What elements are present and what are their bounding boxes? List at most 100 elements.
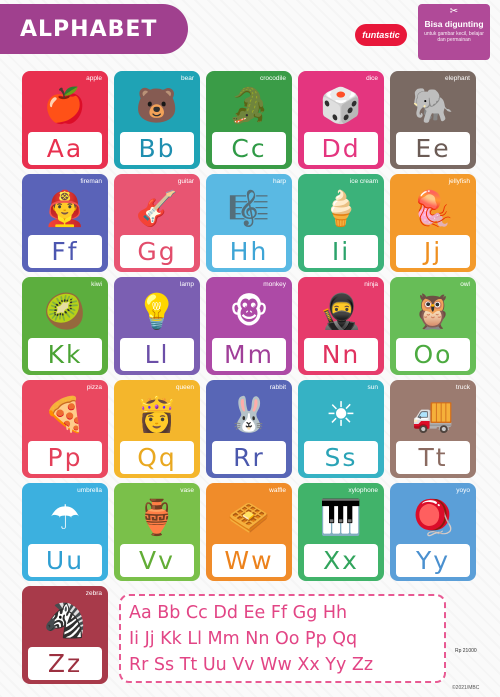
sun-icon: ☀ [325,395,357,435]
letter-card-queen: queen 👸 Qq [114,380,200,478]
card-word-label: umbrella [77,487,102,494]
monkey-icon: 🐵 [229,292,269,332]
letter-card-jellyfish: jellyfish 🪼 Jj [390,174,476,272]
card-letter: Xx [304,544,378,577]
card-letter: Gg [120,235,194,268]
badge-title: Bisa digunting [424,19,484,29]
jellyfish-icon: 🪼 [411,189,455,229]
letter-card-kiwi: kiwi 🥝 Kk [22,277,108,375]
pizza-icon: 🍕 [43,395,87,435]
card-letter: Ss [304,441,378,474]
card-word-label: waffle [269,487,286,494]
card-word-label: fireman [80,178,102,185]
ninja-icon: 🥷 [319,292,363,332]
letter-card-owl: owl 🦉 Oo [390,277,476,375]
card-letter: Ff [28,235,102,268]
card-letter: Vv [120,544,194,577]
truck-icon: 🚚 [411,395,455,435]
letter-card-fireman: fireman 👨‍🚒 Ff [22,174,108,272]
xylophone-icon: 🎹 [319,498,363,538]
letter-card-ice-cream: ice cream 🍦 Ii [298,174,384,272]
card-word-label: harp [272,178,286,185]
card-word-label: dice [366,75,378,82]
card-word-label: guitar [177,178,194,185]
waffle-icon: 🧇 [227,498,271,538]
card-letter: Dd [304,132,378,165]
card-letter: Nn [304,338,378,371]
owl-icon: 🦉 [411,292,455,332]
card-letter: Oo [396,338,470,371]
umbrella-icon: ☂ [49,498,81,538]
alphabet-summary-box: Aa Bb Cc Dd Ee Ff Gg Hh Ii Jj Kk Ll Mm N… [119,594,446,683]
card-word-label: monkey [263,281,286,288]
letter-card-rabbit: rabbit 🐰 Rr [206,380,292,478]
kiwi-icon: 🥝 [43,292,87,332]
elephant-icon: 🐘 [411,86,455,126]
letter-card-harp: harp 🎼 Hh [206,174,292,272]
letter-card-dice: dice 🎲 Dd [298,71,384,169]
letter-card-sun: sun ☀ Ss [298,380,384,478]
letter-card-vase: vase 🏺 Vv [114,483,200,581]
page-title-text: ALPHABET [20,16,158,42]
card-word-label: ice cream [349,178,378,185]
card-letter: Ee [396,132,470,165]
card-letter: Zz [28,647,102,680]
card-letter: Qq [120,441,194,474]
card-word-label: crocodile [259,75,286,82]
letter-card-zebra: zebra 🦓 Zz [22,586,108,684]
cut-out-badge: ✂ Bisa digunting untuk gambar kecil, bel… [418,4,490,60]
card-word-label: bear [180,75,194,82]
guitar-icon: 🎸 [135,189,179,229]
letter-card-apple: apple 🍎 Aa [22,71,108,169]
lamp-icon: 💡 [135,292,179,332]
card-word-label: ninja [364,281,378,288]
page-title: ALPHABET [0,4,188,54]
zebra-icon: 🦓 [43,601,87,641]
letter-card-guitar: guitar 🎸 Gg [114,174,200,272]
card-word-label: queen [175,384,194,391]
card-word-label: yoyo [456,487,470,494]
letter-card-ninja: ninja 🥷 Nn [298,277,384,375]
harp-icon: 🎼 [227,189,271,229]
card-letter: Yy [396,544,470,577]
queen-icon: 👸 [135,395,179,435]
scissors-icon: ✂ [449,6,459,17]
rabbit-icon: 🐰 [227,395,271,435]
price-label: Rp 21000 [455,648,477,654]
alphabet-poster: ALPHABET funtastic ✂ Bisa digunting untu… [0,0,500,697]
letter-card-bear: bear 🐻 Bb [114,71,200,169]
letter-card-elephant: elephant 🐘 Ee [390,71,476,169]
card-letter: Bb [120,132,194,165]
card-letter: Cc [212,132,286,165]
card-letter: Uu [28,544,102,577]
letter-card-lamp: lamp 💡 Ll [114,277,200,375]
card-letter: Aa [28,132,102,165]
card-word-label: jellyfish [448,178,470,185]
letter-card-waffle: waffle 🧇 Ww [206,483,292,581]
badge-subtitle: untuk gambar kecil, belajar dan permaina… [424,31,484,43]
card-word-label: xylophone [348,487,378,494]
summary-line-2: Ii Jj Kk Ll Mm Nn Oo Pp Qq [129,629,358,649]
card-letter: Pp [28,441,102,474]
summary-line-1: Aa Bb Cc Dd Ee Ff Gg Hh [129,603,348,623]
card-word-label: vase [180,487,194,494]
card-word-label: kiwi [91,281,102,288]
card-word-label: apple [86,75,102,82]
card-letter: Ll [120,338,194,371]
card-word-label: elephant [445,75,470,82]
crocodile-icon: 🐊 [227,86,271,126]
fireman-icon: 👨‍🚒 [43,189,87,229]
card-letter: Jj [396,235,470,268]
yoyo-icon: 🪀 [411,498,455,538]
dice-icon: 🎲 [319,86,363,126]
card-letter: Kk [28,338,102,371]
card-letter: Rr [212,441,286,474]
card-letter: Ww [212,544,286,577]
card-letter: Mm [212,338,286,371]
letter-card-truck: truck 🚚 Tt [390,380,476,478]
summary-line-3: Rr Ss Tt Uu Vv Ww Xx Yy Zz [129,655,374,675]
apple-icon: 🍎 [43,86,87,126]
letter-card-umbrella: umbrella ☂ Uu [22,483,108,581]
brand-name: funtastic [362,30,400,40]
card-word-label: pizza [86,384,102,391]
